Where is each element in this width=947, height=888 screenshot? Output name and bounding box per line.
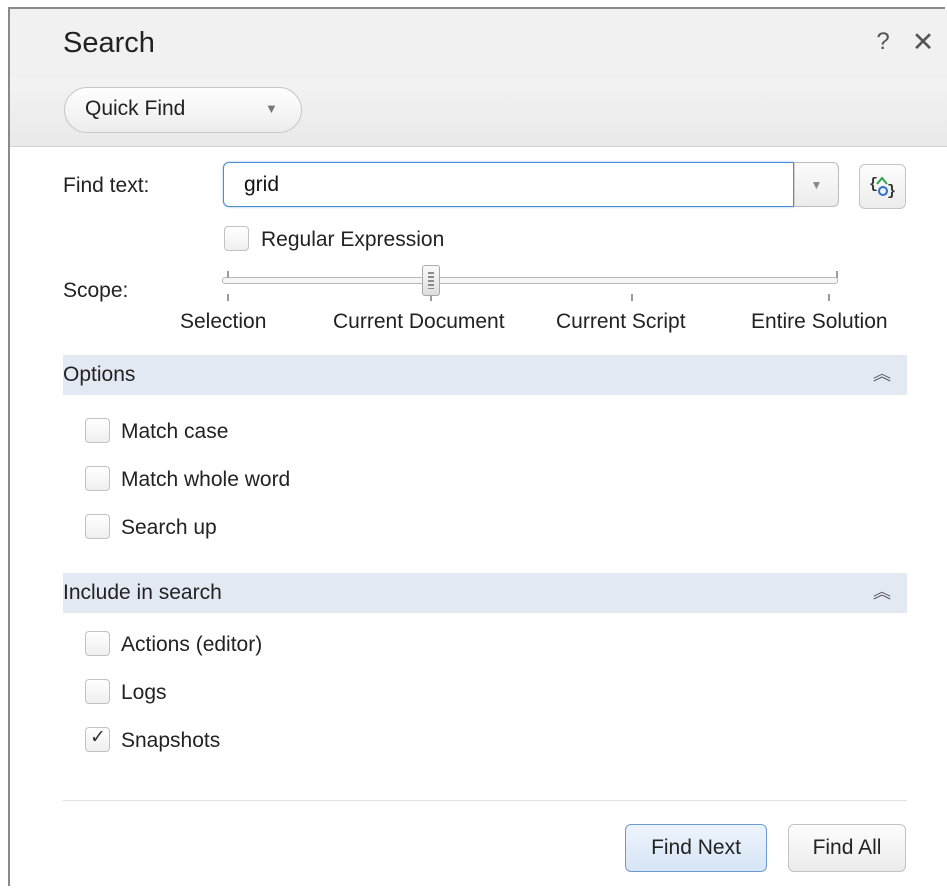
- find-next-button[interactable]: Find Next: [625, 824, 767, 872]
- scope-option-current-script[interactable]: Current Script: [556, 310, 686, 334]
- snapshots-checkbox[interactable]: ✓: [85, 727, 110, 752]
- toolbar: Quick Find ▼: [10, 79, 947, 147]
- collapse-icon[interactable]: ︽: [873, 361, 891, 387]
- logs-label: Logs: [121, 681, 167, 704]
- search-dialog: Search ? ✕ Quick Find ▼ Find text: ▼ { }…: [8, 7, 947, 886]
- svg-text:{: {: [869, 176, 878, 193]
- include-section-header[interactable]: Include in search ︽: [63, 573, 907, 613]
- include-section-title: Include in search: [63, 581, 222, 604]
- find-all-button[interactable]: Find All: [788, 824, 906, 872]
- chevron-down-icon: ▼: [265, 101, 278, 116]
- scope-tick: [828, 294, 830, 301]
- svg-text:}: }: [887, 183, 896, 200]
- match-whole-word-label: Match whole word: [121, 468, 291, 491]
- scope-tick: [227, 271, 229, 278]
- match-case-label: Match case: [121, 420, 229, 443]
- scope-slider-track[interactable]: [222, 277, 838, 284]
- actions-editor-label: Actions (editor): [121, 633, 263, 656]
- scope-tick: [631, 294, 633, 301]
- options-section-title: Options: [63, 363, 136, 386]
- close-icon[interactable]: ✕: [910, 27, 936, 57]
- scope-tick: [227, 294, 229, 301]
- search-up-checkbox[interactable]: [85, 514, 110, 539]
- options-section-header[interactable]: Options ︽: [63, 355, 907, 395]
- regex-label: Regular Expression: [261, 228, 445, 251]
- match-case-checkbox[interactable]: [85, 418, 110, 443]
- match-whole-word-checkbox[interactable]: [85, 466, 110, 491]
- regex-icon: { }: [869, 176, 896, 200]
- search-up-label: Search up: [121, 516, 217, 539]
- logs-checkbox[interactable]: [85, 679, 110, 704]
- find-text-label: Find text:: [63, 174, 150, 197]
- scope-label: Scope:: [63, 279, 129, 302]
- search-mode-dropdown[interactable]: Quick Find ▼: [64, 87, 302, 133]
- scope-option-entire-solution[interactable]: Entire Solution: [751, 310, 888, 334]
- search-mode-label: Quick Find: [85, 97, 186, 120]
- scope-option-current-document[interactable]: Current Document: [333, 310, 505, 334]
- regex-checkbox[interactable]: [224, 226, 249, 251]
- chevron-down-icon: ▼: [810, 178, 823, 192]
- find-text-input[interactable]: [223, 162, 794, 207]
- help-icon[interactable]: ?: [871, 27, 895, 57]
- dialog-title: Search: [63, 27, 155, 59]
- find-history-dropdown[interactable]: ▼: [794, 162, 839, 207]
- footer-divider: [63, 800, 907, 801]
- scope-tick: [836, 271, 838, 278]
- snapshots-label: Snapshots: [121, 729, 221, 752]
- title-bar: Search ? ✕: [10, 9, 947, 79]
- scope-slider-thumb[interactable]: [422, 265, 440, 296]
- actions-editor-checkbox[interactable]: [85, 631, 110, 656]
- checkmark-icon: ✓: [90, 727, 106, 748]
- scope-option-selection[interactable]: Selection: [180, 310, 266, 334]
- collapse-icon[interactable]: ︽: [873, 579, 891, 605]
- regex-builder-button[interactable]: { }: [859, 164, 906, 209]
